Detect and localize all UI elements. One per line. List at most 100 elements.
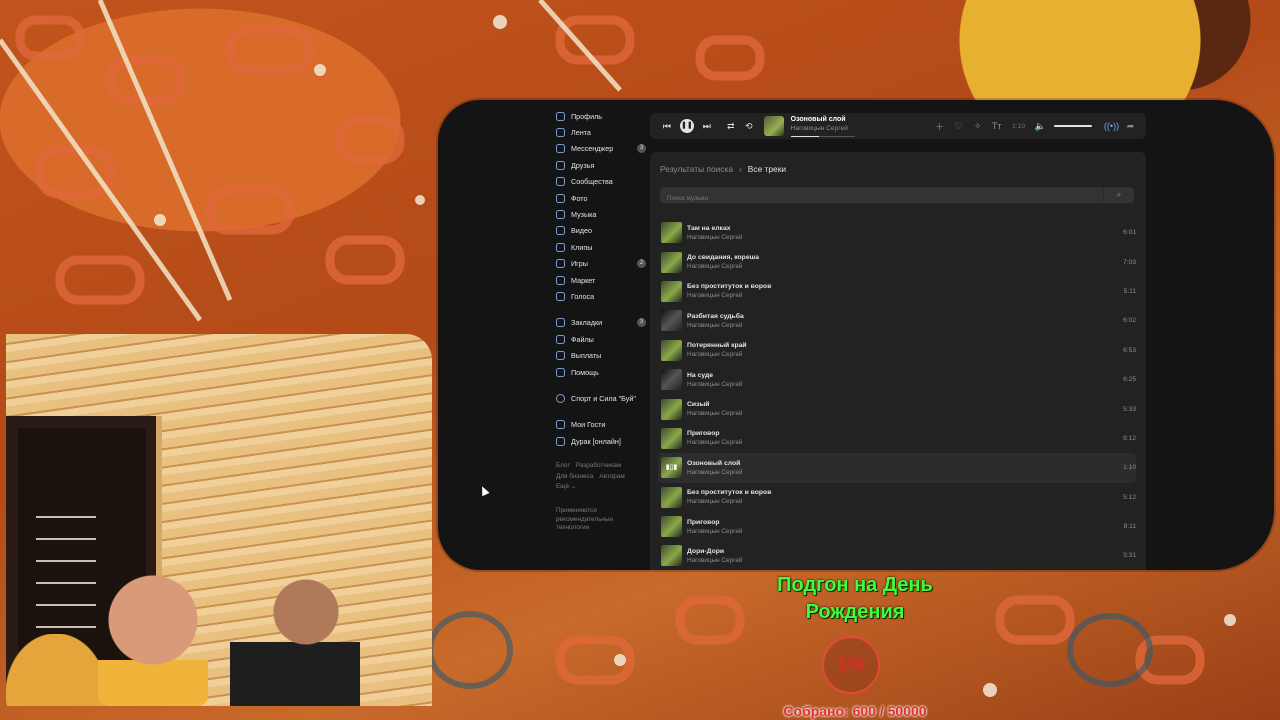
previous-track-icon[interactable]: ⏮ — [658, 121, 676, 132]
track-duration: 6:02 — [1123, 317, 1136, 325]
sidebar-item-label: Игры — [571, 259, 588, 269]
webcam-overlay — [6, 334, 432, 706]
footer-link[interactable]: Авторам — [599, 473, 624, 480]
friends-icon — [556, 160, 565, 170]
sidebar-item-friends[interactable]: Друзья — [556, 157, 646, 173]
track-meta: Дори-Дори Наговицын Сергей — [687, 548, 742, 564]
track-row[interactable]: Приговор Наговицын Сергей 8:11 — [658, 512, 1136, 541]
lyrics-text-icon[interactable]: Tт — [987, 121, 1006, 131]
pause-button[interactable]: ❚❚ — [679, 119, 694, 133]
shuffle-icon[interactable]: ⇄ — [722, 121, 740, 132]
track-artist[interactable]: Наговицын Сергей — [687, 292, 771, 299]
track-title: Озоновый слой — [687, 459, 741, 467]
volume-slider[interactable] — [1054, 125, 1092, 127]
sidebar-item-gamepad[interactable]: Дурак [онлайн] — [556, 433, 646, 449]
recommend-sparkle-icon[interactable]: ✧ — [968, 121, 987, 132]
track-row[interactable]: Дори-Дори Наговицын Сергей 3:31 — [658, 541, 1136, 570]
broadcast-icon[interactable]: ((•)) — [1102, 121, 1121, 131]
track-artist[interactable]: Наговицын Сергей — [687, 322, 744, 329]
sidebar-item-label: Маркет — [571, 275, 596, 285]
add-icon[interactable]: ＋ — [930, 120, 949, 133]
recommendation-note[interactable]: Применяются рекомендательные технологии — [556, 507, 636, 533]
track-cover[interactable] — [661, 369, 682, 391]
track-cover[interactable] — [661, 516, 682, 538]
sidebar-item-communities[interactable]: Сообщества — [556, 174, 646, 190]
help-icon — [556, 367, 565, 377]
track-meta: Сизый Наговицын Сергей — [687, 401, 742, 417]
track-row[interactable]: На суде Наговицын Сергей 6:25 — [658, 365, 1136, 394]
sidebar-item-user-circle[interactable]: Профиль — [556, 108, 646, 124]
track-cover[interactable] — [661, 339, 682, 361]
next-track-icon[interactable]: ⏭ — [698, 121, 716, 132]
sidebar-item-help[interactable]: Помощь — [556, 364, 646, 380]
sidebar-item-label: Файлы — [571, 334, 594, 344]
sidebar-item-message[interactable]: Мессенджер 3 — [556, 141, 646, 157]
track-row[interactable]: Разбитая судьба Наговицын Сергей 6:02 — [658, 306, 1136, 335]
breadcrumb-search-results[interactable]: Результаты поиска — [660, 164, 733, 174]
sidebar-item-label: Голоса — [571, 291, 595, 301]
track-artist[interactable]: Наговицын Сергей — [687, 557, 742, 564]
sidebar-item-payouts[interactable]: Выплаты — [556, 347, 646, 363]
music-icon — [556, 210, 565, 220]
sidebar-item-votes[interactable]: Голоса — [556, 288, 646, 304]
track-artist[interactable]: Наговицын Сергей — [687, 351, 747, 358]
track-artist[interactable]: Наговицын Сергей — [687, 439, 742, 446]
volume-icon[interactable]: 🔈 — [1031, 121, 1050, 132]
sidebar-item-apps-grid[interactable]: Мои Гости — [556, 417, 646, 433]
footer-link[interactable]: Разработчикам — [576, 462, 621, 469]
footer-link[interactable]: Для бизнеса — [556, 473, 593, 480]
track-row[interactable]: Потерянный край Наговицын Сергей 6:53 — [658, 336, 1136, 365]
share-icon[interactable]: ➦ — [1121, 121, 1140, 132]
track-artist[interactable]: Наговицын Сергей — [687, 410, 742, 417]
track-artist[interactable]: Наговицын Сергей — [687, 528, 742, 535]
music-search-input[interactable] — [660, 190, 1097, 207]
track-row[interactable]: Приговор Наговицын Сергей 8:12 — [658, 424, 1136, 453]
footer-link[interactable]: Ещё ⌄ — [556, 483, 576, 490]
repeat-icon[interactable]: ⟲ — [740, 121, 758, 132]
sidebar-item-label: Помощь — [571, 367, 599, 377]
left-sidebar: Профиль Лента Мессенджер 3 Друзья Сообщества Ф… — [556, 108, 646, 533]
equalizer-icon[interactable]: ▮▯▮ — [661, 457, 682, 479]
track-cover[interactable] — [661, 222, 682, 244]
track-title: Без проституток и воров — [687, 283, 772, 291]
track-row[interactable]: Там на елках Наговицын Сергей 6:01 — [658, 218, 1136, 247]
playback-progress[interactable] — [790, 135, 855, 137]
track-cover[interactable] — [661, 486, 682, 508]
sidebar-item-market[interactable]: Маркет — [556, 272, 646, 288]
track-row[interactable]: ▮▯▮ Озоновый слой Наговицын Сергей 1:10 — [658, 453, 1136, 483]
track-row[interactable]: Сизый Наговицын Сергей 5:33 — [658, 394, 1136, 423]
sidebar-item-bookmark[interactable]: Закладки 3 — [556, 315, 646, 331]
search-icon[interactable]: ⌕ — [1103, 187, 1134, 203]
track-cover[interactable] — [661, 280, 682, 302]
sidebar-item-feed[interactable]: Лента — [556, 124, 646, 140]
track-cover[interactable] — [661, 251, 682, 273]
track-cover[interactable] — [661, 545, 682, 567]
sidebar-item-clips[interactable]: Клипы — [556, 239, 646, 255]
sidebar-item-community[interactable]: Спорт и Сила "Буй" — [556, 390, 646, 406]
track-cover[interactable] — [661, 427, 682, 449]
footer-links: Блог Разработчикам Для бизнеса Авторам Ещё ⌄ — [556, 461, 646, 493]
person-graphic — [6, 634, 106, 706]
track-row[interactable]: Без проституток и воров Наговицын Сергей 5… — [658, 483, 1136, 512]
track-artist[interactable]: Наговицын Сергей — [687, 381, 742, 388]
footer-link[interactable]: Блог — [556, 462, 570, 469]
sidebar-item-video[interactable]: Видео — [556, 223, 646, 239]
dislike-icon[interactable]: ♡ — [949, 121, 968, 132]
track-artist[interactable]: Наговицын Сергей — [687, 498, 771, 505]
track-row[interactable]: До свидания, кореша Наговицын Сергей 7:03 — [658, 247, 1136, 276]
sidebar-item-music[interactable]: Музыка — [556, 206, 646, 222]
track-title: Дори-Дори — [687, 547, 725, 555]
track-artist[interactable]: Наговицын Сергей — [687, 263, 759, 270]
track-cover[interactable] — [661, 398, 682, 420]
now-playing-cover[interactable] — [763, 116, 784, 136]
sidebar-item-games[interactable]: Игры 2 — [556, 256, 646, 272]
track-artist[interactable]: Наговицын Сергей — [687, 234, 742, 241]
now-playing-info[interactable]: Озоновый слой Наговицын Сергей — [790, 116, 931, 137]
now-playing-artist[interactable]: Наговицын Сергей — [791, 125, 931, 132]
sidebar-item-files[interactable]: Файлы — [556, 331, 646, 347]
track-row[interactable]: Без проституток и воров Наговицын Сергей 5… — [658, 277, 1136, 306]
clips-icon — [556, 242, 565, 252]
track-cover[interactable] — [661, 310, 682, 332]
track-artist[interactable]: Наговицын Сергей — [687, 469, 742, 476]
sidebar-item-photo[interactable]: Фото — [556, 190, 646, 206]
